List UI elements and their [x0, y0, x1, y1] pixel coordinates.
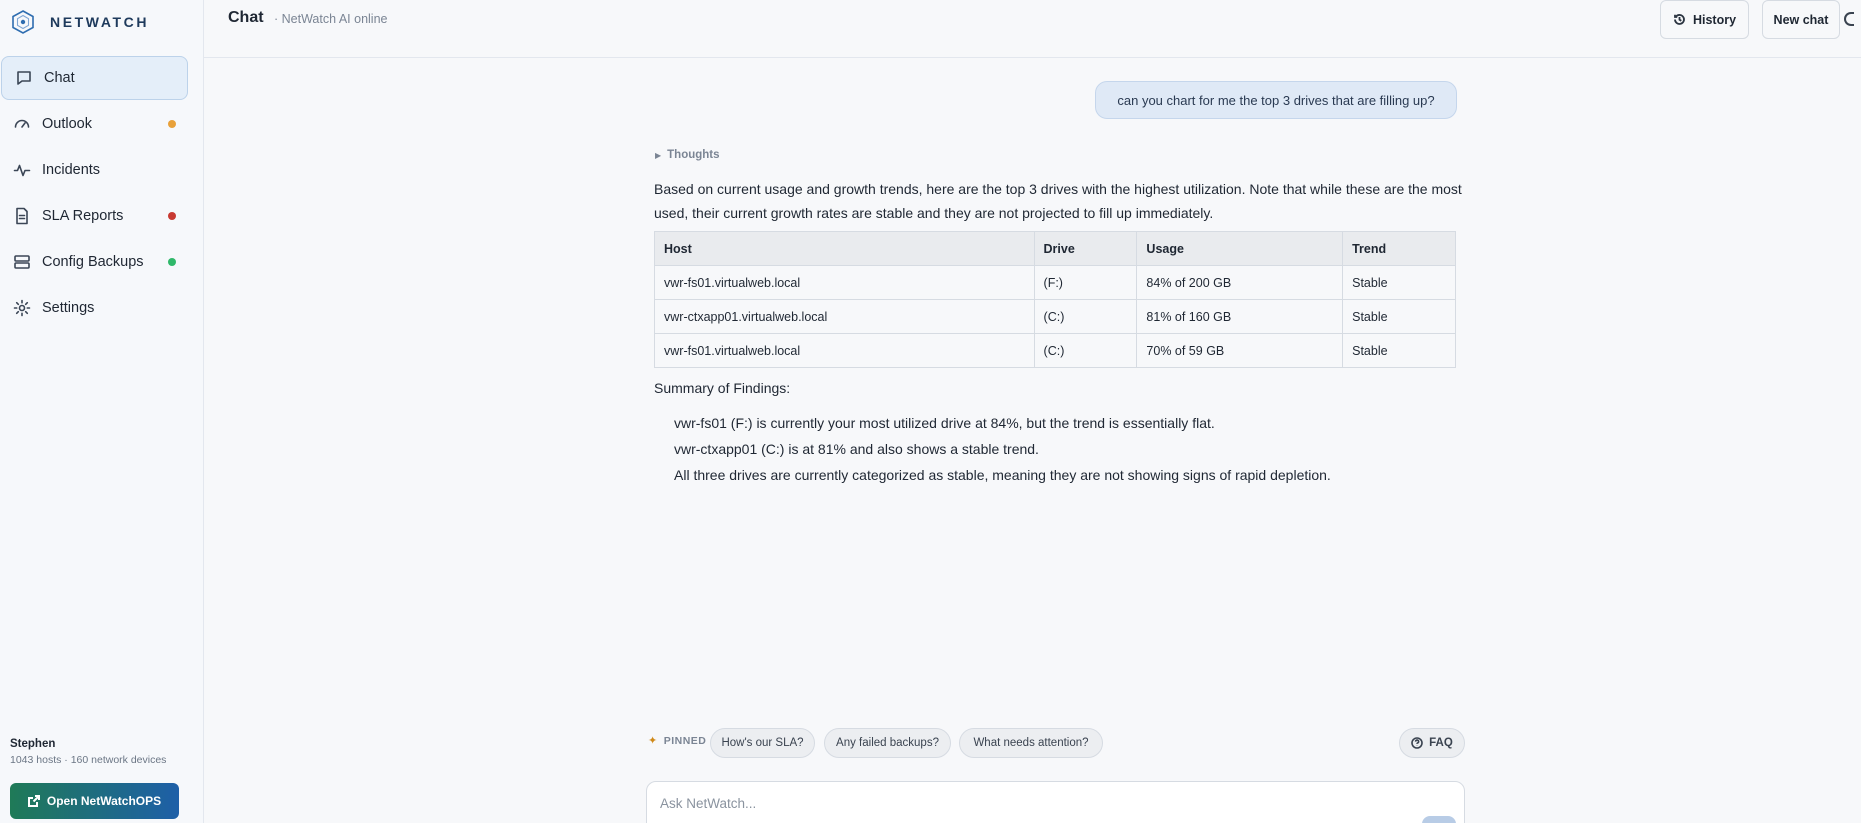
- sidebar-item-label: Chat: [44, 70, 75, 86]
- pin-star-icon: ✦: [648, 735, 658, 747]
- faq-label: FAQ: [1429, 737, 1453, 749]
- page-title: Chat: [228, 9, 264, 26]
- status-subtitle: · NetWatch AI online: [274, 12, 388, 26]
- chat-input[interactable]: [660, 792, 1420, 814]
- list-item: vwr-fs01 (F:) is currently your most uti…: [674, 415, 1215, 431]
- document-icon: [12, 206, 32, 226]
- open-netwatchops-button[interactable]: Open NetWatchOPS: [10, 783, 179, 819]
- pinned-prompt-backups[interactable]: Any failed backups?: [824, 728, 951, 758]
- drives-table: Host Drive Usage Trend vwr-fs01.virtualw…: [654, 231, 1456, 368]
- partial-icon: [1844, 12, 1854, 26]
- header: Chat · NetWatch AI online History New ch…: [204, 0, 1861, 58]
- sidebar-item-label: SLA Reports: [42, 208, 124, 224]
- table-row: vwr-fs01.virtualweb.local (F:) 84% of 20…: [654, 265, 1456, 300]
- list-item: vwr-ctxapp01 (C:) is at 81% and also sho…: [674, 441, 1039, 457]
- send-button[interactable]: [1422, 816, 1456, 823]
- thoughts-label: Thoughts: [667, 149, 720, 161]
- status-dot: [168, 120, 176, 128]
- table-row: vwr-ctxapp01.virtualweb.local (C:) 81% o…: [654, 299, 1456, 334]
- summary-title: Summary of Findings:: [654, 380, 791, 396]
- table-cell: vwr-fs01.virtualweb.local: [654, 333, 1035, 368]
- table-cell: Stable: [1342, 299, 1456, 334]
- pinned-label: ✦ PINNED: [648, 734, 707, 748]
- pinned-prompt-label: What needs attention?: [973, 737, 1089, 749]
- status-dot: [168, 212, 176, 220]
- table-cell: (F:): [1033, 265, 1138, 300]
- pinned-prompt-label: How's our SLA?: [721, 737, 804, 749]
- pinned-text: PINNED: [663, 734, 707, 747]
- faq-button[interactable]: FAQ: [1399, 728, 1465, 758]
- table-cell: 84% of 200 GB: [1136, 265, 1344, 300]
- pinned-prompt-label: Any failed backups?: [836, 737, 939, 749]
- column-header: Usage: [1136, 231, 1344, 266]
- pulse-icon: [12, 160, 32, 180]
- assistant-intro: Based on current usage and growth trends…: [654, 181, 1462, 221]
- thoughts-toggle[interactable]: ▶ Thoughts: [655, 149, 720, 161]
- column-header: Drive: [1033, 231, 1138, 266]
- sidebar-item-chat[interactable]: Chat: [1, 56, 188, 100]
- table-header-row: Host Drive Usage Trend: [654, 231, 1456, 266]
- new-chat-label: New chat: [1773, 12, 1829, 27]
- table-cell: (C:): [1033, 299, 1138, 334]
- sidebar-item-label: Outlook: [42, 116, 92, 132]
- sidebar-item-settings[interactable]: Settings: [0, 286, 204, 330]
- table-cell: Stable: [1342, 333, 1456, 368]
- server-icon: [12, 252, 32, 272]
- history-icon: [1674, 14, 1685, 25]
- question-circle-icon: [1411, 737, 1423, 749]
- table-cell: 81% of 160 GB: [1136, 299, 1344, 334]
- sidebar: NETWATCH Chat Outlook Incidents SLA Repo…: [0, 0, 204, 823]
- composer: [646, 781, 1465, 823]
- sidebar-item-outlook[interactable]: Outlook: [0, 102, 204, 146]
- status-dot: [168, 258, 176, 266]
- summary-list: vwr-fs01 (F:) is currently your most uti…: [674, 410, 1331, 488]
- gear-icon: [12, 298, 32, 318]
- user-name: Stephen: [10, 738, 56, 750]
- list-item: All three drives are currently categoriz…: [674, 467, 1331, 483]
- table-cell: vwr-fs01.virtualweb.local: [654, 265, 1035, 300]
- gauge-icon: [12, 114, 32, 134]
- table-cell: (C:): [1033, 333, 1138, 368]
- new-chat-button[interactable]: New chat: [1762, 0, 1840, 39]
- external-link-icon: [27, 795, 40, 807]
- hexagon-logo-icon: [12, 10, 34, 34]
- pinned-prompt-attention[interactable]: What needs attention?: [959, 728, 1103, 758]
- history-button[interactable]: History: [1660, 0, 1749, 39]
- user-info: Stephen 1043 hosts · 160 network devices: [10, 738, 166, 766]
- table-cell: 70% of 59 GB: [1136, 333, 1344, 368]
- brand-logo[interactable]: NETWATCH: [10, 8, 149, 36]
- sidebar-nav: Chat Outlook Incidents SLA Reports Confi…: [0, 56, 204, 332]
- sidebar-item-sla-reports[interactable]: SLA Reports: [0, 194, 204, 238]
- column-header: Host: [654, 231, 1035, 266]
- history-label: History: [1692, 12, 1737, 27]
- table-cell: vwr-ctxapp01.virtualweb.local: [654, 299, 1035, 334]
- user-meta: 1043 hosts · 160 network devices: [10, 754, 167, 766]
- chat-icon: [14, 68, 34, 88]
- user-message: can you chart for me the top 3 drives th…: [1095, 81, 1457, 119]
- caret-right-icon: ▶: [655, 150, 662, 160]
- sidebar-item-label: Config Backups: [42, 254, 144, 270]
- pinned-prompt-sla[interactable]: How's our SLA?: [710, 728, 815, 758]
- brand-name: NETWATCH: [50, 14, 150, 30]
- sidebar-item-config-backups[interactable]: Config Backups: [0, 240, 204, 284]
- table-cell: Stable: [1342, 265, 1456, 300]
- column-header: Trend: [1342, 231, 1456, 266]
- open-netwatchops-label: Open NetWatchOPS: [46, 794, 162, 808]
- sidebar-item-label: Incidents: [42, 162, 101, 178]
- sidebar-item-label: Settings: [42, 300, 95, 316]
- sidebar-item-incidents[interactable]: Incidents: [0, 148, 204, 192]
- table-row: vwr-fs01.virtualweb.local (C:) 70% of 59…: [654, 333, 1456, 368]
